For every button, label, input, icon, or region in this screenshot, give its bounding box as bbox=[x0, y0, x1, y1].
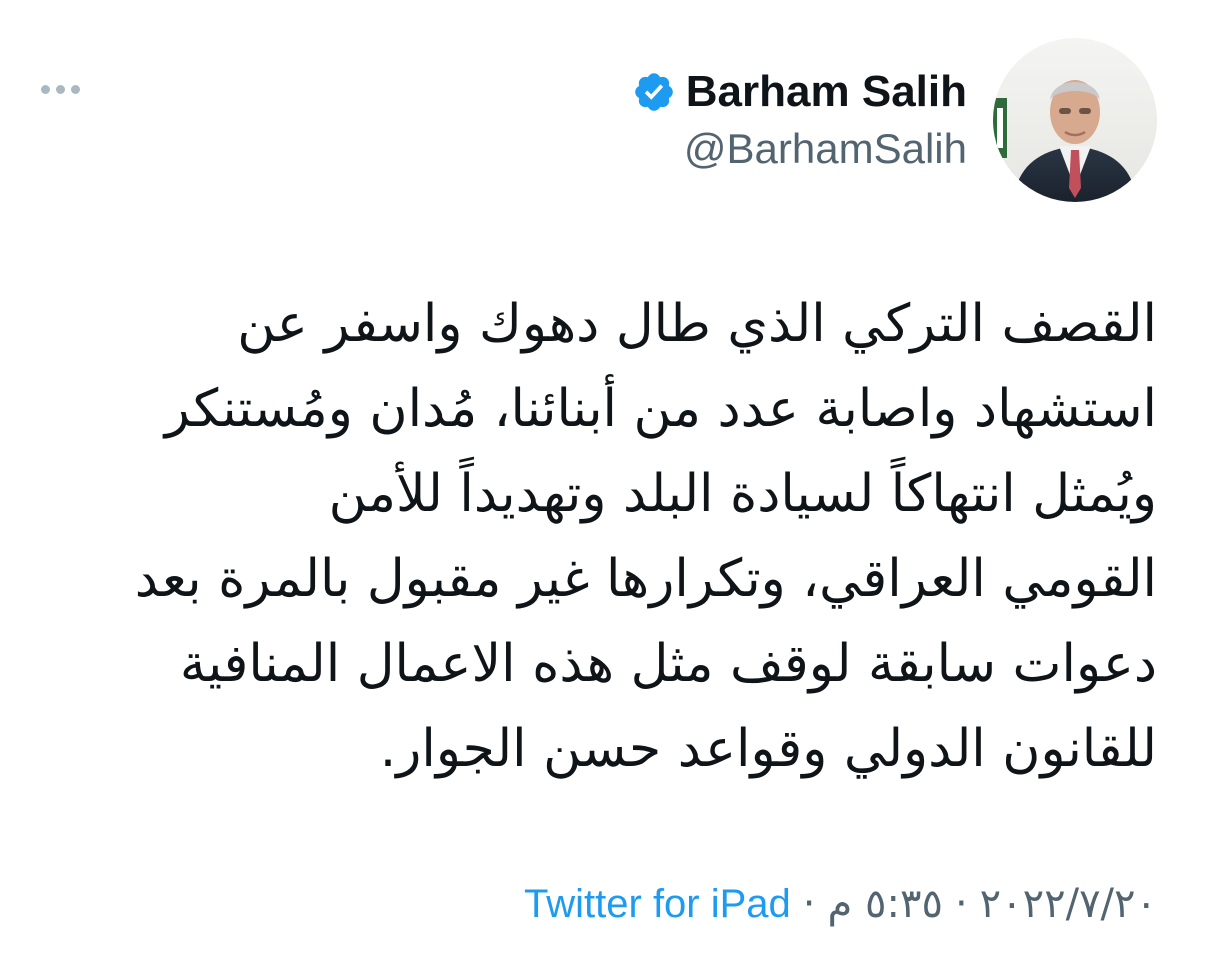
author-names: Barham Salih @BarhamSalih bbox=[632, 66, 967, 174]
tweet-time[interactable]: ٥:٣٥ م bbox=[828, 876, 943, 932]
more-horizontal-icon bbox=[40, 84, 50, 94]
tweet-line: دعوات سابقة لوقف مثل هذه الاعمال المنافي… bbox=[179, 634, 1157, 694]
tweet-meta: Twitter for iPad · ٥:٣٥ م · ٢٠٢٢/٧/٢٠ bbox=[524, 876, 1157, 932]
author-display-name: Barham Salih bbox=[685, 67, 967, 116]
avatar[interactable] bbox=[993, 38, 1157, 202]
tweet-header: Barham Salih @BarhamSalih bbox=[632, 38, 1157, 202]
more-dot bbox=[55, 84, 65, 94]
verified-badge-icon bbox=[632, 70, 676, 114]
tweet-line: ويُمثل انتهاكاً لسيادة البلد وتهديداً لل… bbox=[328, 464, 1157, 524]
source-link[interactable]: Twitter for iPad bbox=[524, 876, 791, 932]
tweet-line: استشهاد واصابة عدد من أبنائنا، مُدان ومُ… bbox=[164, 379, 1157, 439]
more-dot bbox=[70, 84, 80, 94]
author-name-row[interactable]: Barham Salih bbox=[632, 66, 967, 118]
meta-separator: · bbox=[954, 881, 968, 927]
more-options-button[interactable] bbox=[36, 74, 84, 104]
tweet-line: القصف التركي الذي طال دهوك واسفر عن bbox=[237, 294, 1157, 354]
author-handle[interactable]: @BarhamSalih bbox=[684, 124, 967, 174]
tweet-date[interactable]: ٢٠٢٢/٧/٢٠ bbox=[980, 876, 1157, 932]
tweet-line: القومي العراقي، وتكرارها غير مقبول بالمر… bbox=[134, 549, 1157, 609]
tweet-text: القصف التركي الذي طال دهوك واسفر عن استش… bbox=[28, 282, 1157, 792]
tweet-line: للقانون الدولي وقواعد حسن الجوار. bbox=[379, 719, 1157, 779]
meta-separator: · bbox=[802, 881, 816, 927]
